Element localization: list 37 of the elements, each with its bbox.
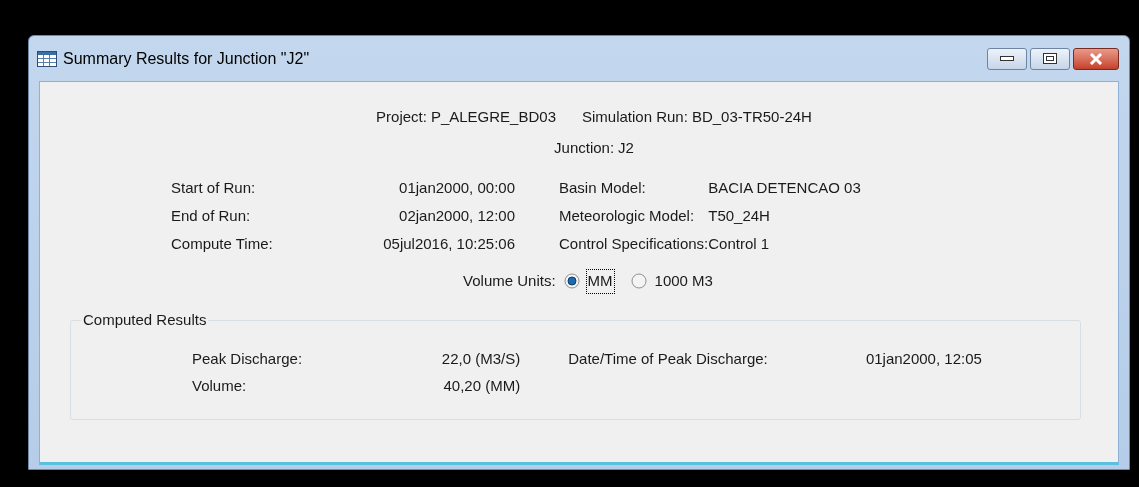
volume-value: 40,20 (MM)	[442, 375, 521, 396]
field-label: Start of Run:	[171, 178, 257, 198]
volume-units-label: Volume Units:	[463, 271, 556, 291]
junction-value: J2	[618, 137, 634, 158]
maximize-button[interactable]	[1030, 47, 1070, 70]
field-value: BACIA DETENCAO 03	[708, 178, 861, 198]
window-title: Summary Results for Junction "J2"	[63, 48, 310, 69]
field-label: Meteorologic Model:	[559, 206, 696, 226]
volume-label: Volume:	[192, 375, 248, 396]
radio-label[interactable]: 1000 M3	[652, 269, 715, 294]
project-label: Project:	[376, 107, 427, 127]
peak-discharge-value: 22,0 (M3/S)	[440, 348, 521, 369]
field-value: 02jan2000, 12:00	[398, 206, 515, 226]
field-value: Control 1	[708, 234, 771, 254]
close-button[interactable]	[1073, 47, 1119, 70]
close-icon	[1089, 52, 1103, 65]
field-label: End of Run:	[171, 206, 252, 226]
field-value: 01jan2000, 00:00	[398, 178, 515, 198]
field-value: T50_24H	[708, 206, 771, 226]
minimize-button[interactable]	[987, 47, 1027, 70]
table-icon	[37, 50, 57, 67]
simulation-run-value: BD_03-TR50-24H	[691, 107, 812, 127]
field-label: Compute Time:	[171, 234, 274, 254]
field-label: Basin Model:	[559, 178, 647, 198]
simulation-run-label: Simulation Run:	[582, 107, 688, 127]
peak-time-value: 01jan2000, 12:05	[865, 348, 983, 369]
radio-button[interactable]	[563, 273, 580, 290]
project-value: P_ALEGRE_BD03	[430, 107, 556, 127]
junction-label: Junction:	[554, 137, 615, 158]
radio-label[interactable]: MM	[585, 269, 615, 294]
field-value: 05jul2016, 10:25:06	[382, 234, 515, 254]
field-label: Control Specifications:	[559, 234, 709, 254]
minimize-icon	[1000, 56, 1014, 61]
peak-discharge-label: Peak Discharge:	[192, 348, 304, 369]
radio-button[interactable]	[630, 273, 647, 290]
peak-time-label: Date/Time of Peak Discharge:	[568, 348, 769, 369]
maximize-icon	[1043, 53, 1057, 64]
